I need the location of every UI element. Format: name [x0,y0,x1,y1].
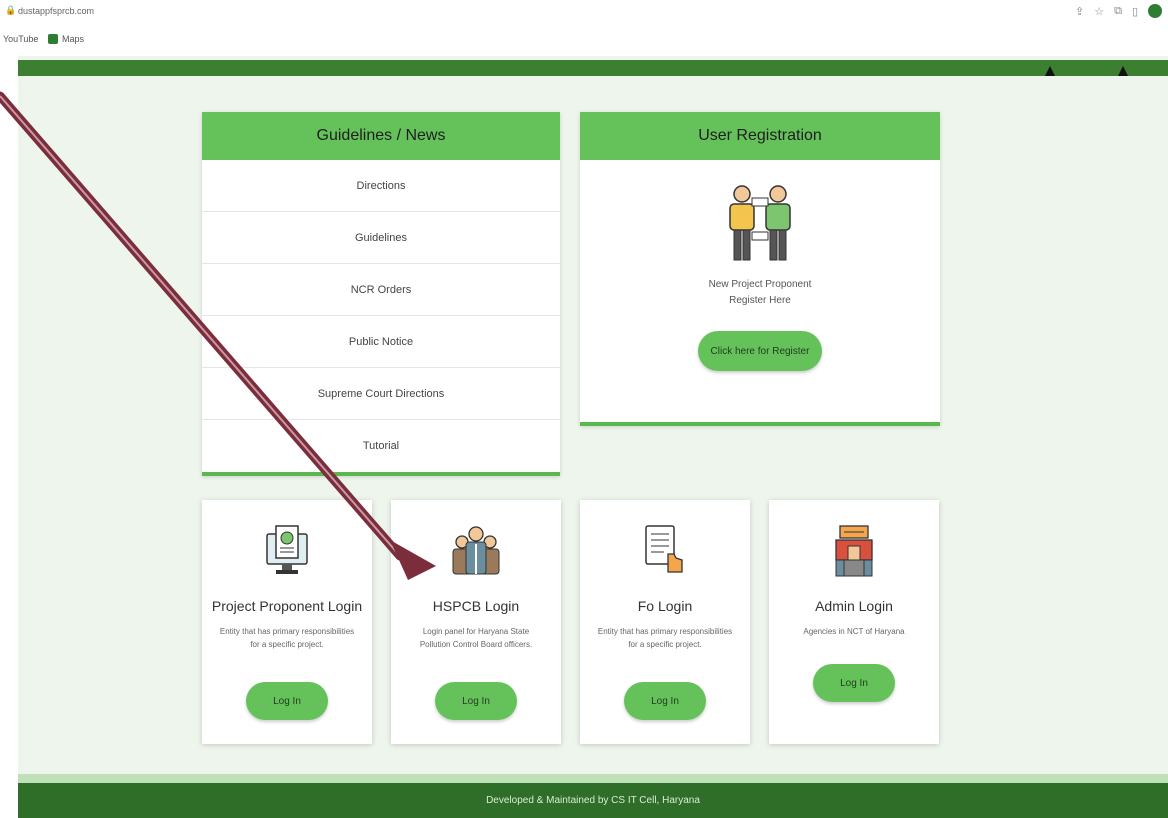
annotation-arrow [0,91,436,580]
